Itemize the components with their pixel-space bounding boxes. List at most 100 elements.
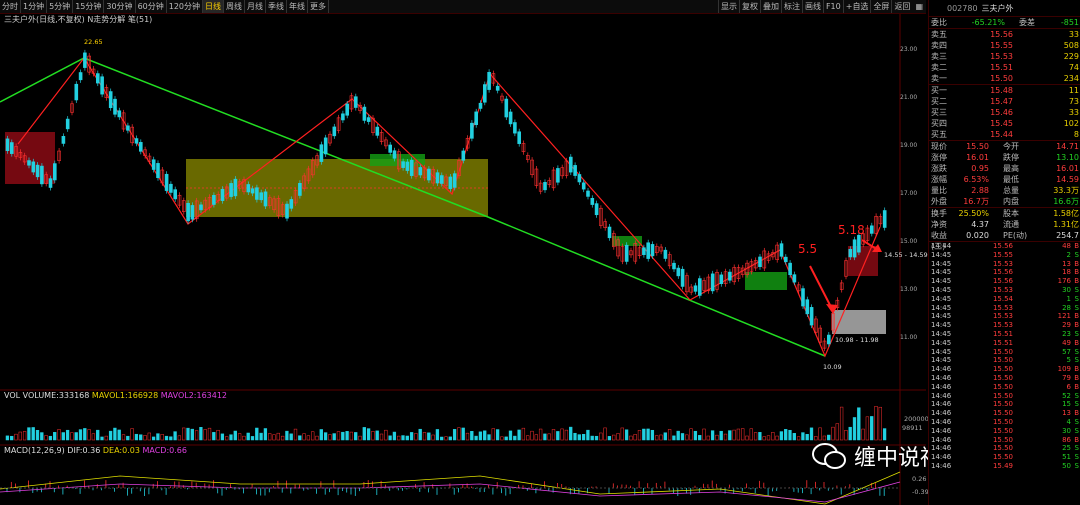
- stat-row: 净资 4.37 流通 1.31亿: [931, 220, 1079, 229]
- stats-block: 现价 15.50 今开 14.71 涨停 16.01 跌停 13.10 涨跌 0.95 最高 16.0…: [929, 141, 1080, 208]
- tab-2[interactable]: 5分钟: [47, 0, 74, 13]
- tick-row: 14:45 15.53 13 B: [931, 259, 1079, 268]
- stats-block-2: 换手 25.50% 股本 1.58亿 净资 4.37 流通 1.31亿收益(三) 0.020 PE…: [929, 208, 1080, 251]
- tool-8[interactable]: 返回: [891, 0, 912, 13]
- tool-0[interactable]: 显示: [717, 0, 739, 13]
- bid-row[interactable]: 买三 15.46 33: [929, 107, 1080, 118]
- tick-row: 14:46 15.50 13 B: [931, 409, 1079, 418]
- tick-row: 14:45 15.56 176 B: [931, 277, 1079, 286]
- price-tick: 21.00: [900, 94, 918, 101]
- macd-tick-neg: -0.39: [912, 488, 929, 496]
- tab-8[interactable]: 周线: [224, 0, 246, 13]
- ask-row[interactable]: 卖三 15.53 229: [929, 51, 1080, 62]
- price-tick: 11.00: [900, 334, 918, 341]
- vol-tick-top: 200000: [904, 415, 929, 423]
- tick-row: 14:45 15.54 1 S: [931, 294, 1079, 303]
- ask-row[interactable]: 卖四 15.55 508: [929, 40, 1080, 51]
- tick-row: 14:45 15.53 30 S: [931, 285, 1079, 294]
- tab-3[interactable]: 15分钟: [73, 0, 105, 13]
- tool-3[interactable]: 标注: [780, 0, 802, 13]
- high-label: 22.65: [84, 38, 103, 46]
- tab-5[interactable]: 60分钟: [136, 0, 167, 13]
- tick-row: 14:46 15.50 15 S: [931, 400, 1079, 409]
- ask-row[interactable]: 卖二 15.51 74: [929, 62, 1080, 73]
- tick-row: 14:46 15.50 4 S: [931, 417, 1079, 426]
- tool-1[interactable]: 复权: [738, 0, 760, 13]
- tab-1[interactable]: 1分钟: [21, 0, 48, 13]
- tick-row: 14:46 15.50 6 B: [931, 382, 1079, 391]
- price-tick: 19.00: [900, 142, 918, 149]
- tick-row: 14:45 15.51 49 B: [931, 338, 1079, 347]
- annotation-right: 5.18: [838, 223, 865, 237]
- pivot-zone-green: [745, 272, 787, 290]
- current-label: 14.55 - 14.59: [884, 251, 928, 259]
- low-label: 10.09: [823, 363, 842, 371]
- tick-row: 14:46 15.50 52 S: [931, 391, 1079, 400]
- tick-list: 14:44 15.56 48 B 14:45 15.55 2 S 14:45 15.53 13 B 14…: [929, 242, 1080, 471]
- tick-row: 14:45 15.53 28 S: [931, 303, 1079, 312]
- tick-row: 14:46 15.50 51 S: [931, 453, 1079, 462]
- zone-label: 10.98 - 11.98: [835, 336, 879, 344]
- tick-row: 14:46 15.50 25 S: [931, 444, 1079, 453]
- bid-row[interactable]: 买一 15.48 11: [929, 85, 1080, 96]
- stat-row: 涨停 16.01 跌停 13.10: [931, 153, 1079, 162]
- tool-4[interactable]: 画线: [801, 0, 823, 13]
- macd-legend: MACD(12,26,9) DIF:0.36 DEA:0.03 MACD:0.6…: [4, 446, 187, 455]
- tab-10[interactable]: 季线: [266, 0, 288, 13]
- tick-row: 14:45 15.50 5 S: [931, 356, 1079, 365]
- tab-11[interactable]: 年线: [287, 0, 309, 13]
- quote-panel: 002780 三夫户外 委比 -65.21% 委差 -851 卖五 15.56 33…: [928, 0, 1080, 505]
- stat-row: 涨幅 6.53% 最低 14.59: [931, 175, 1079, 184]
- tool-7[interactable]: 全屏: [870, 0, 891, 13]
- macd-tick-pos: 0.26: [912, 475, 927, 483]
- stat-row: 换手 25.50% 股本 1.58亿: [931, 209, 1079, 218]
- stat-row: 外盘 16.7万 内盘 16.6万: [931, 197, 1079, 206]
- tick-row: 14:46 15.50 86 B: [931, 435, 1079, 444]
- volume-bars: [5, 406, 887, 441]
- weibi-row: 委比 -65.21% 委差 -851: [929, 18, 1080, 29]
- period-toolbar: 分时 1分钟 5分钟 15分钟 30分钟 60分钟 120分钟 日线 周线 月线 季线 年线 更多 显示…: [0, 0, 926, 14]
- vol-tick-mid: 98911: [902, 424, 923, 432]
- stat-row: 收益(三) 0.020 PE(动) 254.7: [931, 231, 1079, 251]
- tick-row: 14:45 15.50 57 S: [931, 347, 1079, 356]
- stat-row: 量比 2.88 总量 33.3万: [931, 186, 1079, 195]
- tab-0[interactable]: 分时: [0, 0, 21, 13]
- tick-row: 14:45 15.53 121 B: [931, 312, 1079, 321]
- tick-row: 14:46 15.50 79 B: [931, 373, 1079, 382]
- stat-row: 现价 15.50 今开 14.71: [931, 142, 1079, 151]
- stock-name: 三夫户外: [981, 3, 1014, 13]
- tab-7[interactable]: 日线: [203, 0, 225, 13]
- stock-code: 002780: [947, 3, 978, 13]
- tick-row: 14:46 15.50 30 S: [931, 426, 1079, 435]
- stat-row: 涨跌 0.95 最高 16.01: [931, 164, 1079, 173]
- volume-legend: VOL VOLUME:333168 MAVOL1:166928 MAVOL2:1…: [4, 391, 228, 400]
- price-tick: 15.00: [900, 238, 918, 245]
- ask-book: 卖五 15.56 33 卖四 15.55 508 卖三 15.53 229 卖二 15.51 74 卖一…: [929, 29, 1080, 85]
- annotation-left: 5.5: [798, 242, 818, 256]
- tick-row: 14:45 15.55 2 S: [931, 250, 1079, 259]
- bid-book: 买一 15.48 11 买二 15.47 73 买三 15.46 33 买四 15.45 102 买五 1…: [929, 85, 1080, 141]
- ask-row[interactable]: 卖一 15.50 234: [929, 73, 1080, 84]
- price-tick: 13.00: [900, 286, 918, 293]
- stock-header: 002780 三夫户外: [929, 0, 1080, 17]
- price-tick: 23.00: [900, 46, 918, 53]
- bid-row[interactable]: 买二 15.47 73: [929, 96, 1080, 107]
- tab-9[interactable]: 月线: [245, 0, 267, 13]
- wechat-icon: [812, 443, 846, 469]
- ask-row[interactable]: 卖五 15.56 33: [929, 29, 1080, 40]
- tab-12[interactable]: 更多: [308, 0, 330, 13]
- tool-5[interactable]: F10: [822, 0, 843, 13]
- bid-row[interactable]: 买四 15.45 102: [929, 118, 1080, 129]
- tab-6[interactable]: 120分钟: [167, 0, 204, 13]
- kline-chart[interactable]: [0, 14, 926, 505]
- tick-row: 14:44 15.56 48 B: [931, 242, 1079, 250]
- tick-row: 14:45 15.53 29 B: [931, 321, 1079, 330]
- tick-row: 14:46 15.49 50 S: [931, 461, 1079, 470]
- tick-row: 14:46 15.50 109 B: [931, 365, 1079, 374]
- price-tick: 17.00: [900, 190, 918, 197]
- grid-icon[interactable]: ▦: [912, 2, 926, 11]
- tool-6[interactable]: +自选: [842, 0, 871, 13]
- tool-2[interactable]: 叠加: [759, 0, 781, 13]
- bid-row[interactable]: 买五 15.44 8: [929, 129, 1080, 140]
- tab-4[interactable]: 30分钟: [104, 0, 136, 13]
